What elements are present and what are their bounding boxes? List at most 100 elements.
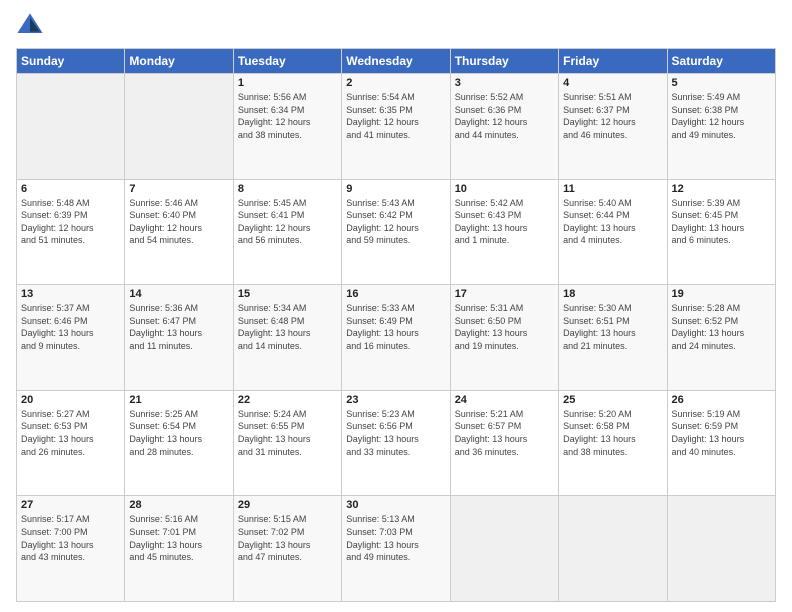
- day-info: Sunrise: 5:42 AM Sunset: 6:43 PM Dayligh…: [455, 197, 554, 247]
- weekday-row: SundayMondayTuesdayWednesdayThursdayFrid…: [17, 49, 776, 74]
- calendar-cell: 23Sunrise: 5:23 AM Sunset: 6:56 PM Dayli…: [342, 390, 450, 496]
- day-number: 9: [346, 183, 445, 195]
- weekday-header: Saturday: [667, 49, 775, 74]
- calendar-cell: 22 Sunrise: 5:24 AM Sunset: 6:55 PM Dayli…: [233, 390, 341, 496]
- calendar-cell: 17 Sunrise: 5:31 AM Sunset: 6:50 PM Dayli…: [450, 285, 558, 391]
- calendar-cell: 3Sunrise: 5:52 AM Sunset: 6:36 PM Daylig…: [450, 74, 558, 180]
- day-number: 15: [238, 288, 337, 300]
- day-number: 30: [346, 499, 445, 511]
- calendar-week-row: 1 Sunrise: 5:56 AM Sunset: 6:34 PM Daylig…: [17, 74, 776, 180]
- calendar-cell: 25Sunrise: 5:20 AM Sunset: 6:58 PM Dayli…: [559, 390, 667, 496]
- calendar-cell: 16 Sunrise: 5:33 AM Sunset: 6:49 PM Dayli…: [342, 285, 450, 391]
- day-number: 27: [21, 499, 120, 511]
- day-info: Sunrise: 5:46 AM Sunset: 6:40 PM Dayligh…: [129, 197, 228, 247]
- day-number: 28: [129, 499, 228, 511]
- day-info: Sunrise: 5:30 AM Sunset: 6:51 PM Dayligh…: [563, 302, 662, 352]
- day-number: 29: [238, 499, 337, 511]
- day-number: 13: [21, 288, 120, 300]
- calendar-cell: 8 Sunrise: 5:45 AM Sunset: 6:41 PM Daylig…: [233, 179, 341, 285]
- day-info: Sunrise: 5:17 AM Sunset: 7:00 PM Dayligh…: [21, 513, 120, 563]
- day-number: 6: [21, 183, 120, 195]
- weekday-header: Monday: [125, 49, 233, 74]
- calendar-cell: 19 Sunrise: 5:28 AM Sunset: 6:52 PM Dayli…: [667, 285, 775, 391]
- calendar-week-row: 6 Sunrise: 5:48 AM Sunset: 6:39 PM Daylig…: [17, 179, 776, 285]
- day-info: Sunrise: 5:27 AM Sunset: 6:53 PM Dayligh…: [21, 408, 120, 458]
- day-info: Sunrise: 5:33 AM Sunset: 6:49 PM Dayligh…: [346, 302, 445, 352]
- calendar-cell: 1 Sunrise: 5:56 AM Sunset: 6:34 PM Daylig…: [233, 74, 341, 180]
- calendar-header: SundayMondayTuesdayWednesdayThursdayFrid…: [17, 49, 776, 74]
- calendar-cell: 11 Sunrise: 5:40 AM Sunset: 6:44 PM Dayli…: [559, 179, 667, 285]
- calendar-body: 1 Sunrise: 5:56 AM Sunset: 6:34 PM Daylig…: [17, 74, 776, 602]
- calendar-cell: 20 Sunrise: 5:27 AM Sunset: 6:53 PM Dayli…: [17, 390, 125, 496]
- calendar-cell: 6 Sunrise: 5:48 AM Sunset: 6:39 PM Daylig…: [17, 179, 125, 285]
- weekday-header: Sunday: [17, 49, 125, 74]
- day-info: Sunrise: 5:45 AM Sunset: 6:41 PM Dayligh…: [238, 197, 337, 247]
- day-number: 26: [672, 394, 771, 406]
- day-info: Sunrise: 5:13 AM Sunset: 7:03 PM Dayligh…: [346, 513, 445, 563]
- day-info: Sunrise: 5:39 AM Sunset: 6:45 PM Dayligh…: [672, 197, 771, 247]
- day-info: Sunrise: 5:25 AM Sunset: 6:54 PM Dayligh…: [129, 408, 228, 458]
- calendar-cell: 30 Sunrise: 5:13 AM Sunset: 7:03 PM Dayli…: [342, 496, 450, 602]
- calendar-cell: 2 Sunrise: 5:54 AM Sunset: 6:35 PM Daylig…: [342, 74, 450, 180]
- day-number: 7: [129, 183, 228, 195]
- calendar-week-row: 20 Sunrise: 5:27 AM Sunset: 6:53 PM Dayli…: [17, 390, 776, 496]
- calendar-page: SundayMondayTuesdayWednesdayThursdayFrid…: [0, 0, 792, 612]
- day-number: 5: [672, 77, 771, 89]
- calendar-cell: 28Sunrise: 5:16 AM Sunset: 7:01 PM Dayli…: [125, 496, 233, 602]
- weekday-header: Tuesday: [233, 49, 341, 74]
- calendar-cell: [125, 74, 233, 180]
- logo: [16, 12, 46, 40]
- calendar-table: SundayMondayTuesdayWednesdayThursdayFrid…: [16, 48, 776, 602]
- day-number: 21: [129, 394, 228, 406]
- day-number: 16: [346, 288, 445, 300]
- day-info: Sunrise: 5:19 AM Sunset: 6:59 PM Dayligh…: [672, 408, 771, 458]
- logo-icon: [16, 12, 44, 40]
- day-info: Sunrise: 5:52 AM Sunset: 6:36 PM Dayligh…: [455, 91, 554, 141]
- calendar-cell: 4Sunrise: 5:51 AM Sunset: 6:37 PM Daylig…: [559, 74, 667, 180]
- day-info: Sunrise: 5:40 AM Sunset: 6:44 PM Dayligh…: [563, 197, 662, 247]
- day-number: 11: [563, 183, 662, 195]
- header: [16, 12, 776, 40]
- calendar-cell: [667, 496, 775, 602]
- weekday-header: Friday: [559, 49, 667, 74]
- day-info: Sunrise: 5:15 AM Sunset: 7:02 PM Dayligh…: [238, 513, 337, 563]
- day-number: 14: [129, 288, 228, 300]
- day-info: Sunrise: 5:34 AM Sunset: 6:48 PM Dayligh…: [238, 302, 337, 352]
- day-info: Sunrise: 5:28 AM Sunset: 6:52 PM Dayligh…: [672, 302, 771, 352]
- day-number: 1: [238, 77, 337, 89]
- day-info: Sunrise: 5:49 AM Sunset: 6:38 PM Dayligh…: [672, 91, 771, 141]
- calendar-week-row: 13Sunrise: 5:37 AM Sunset: 6:46 PM Dayli…: [17, 285, 776, 391]
- day-number: 8: [238, 183, 337, 195]
- calendar-cell: 27 Sunrise: 5:17 AM Sunset: 7:00 PM Dayli…: [17, 496, 125, 602]
- day-number: 22: [238, 394, 337, 406]
- calendar-cell: 21 Sunrise: 5:25 AM Sunset: 6:54 PM Dayli…: [125, 390, 233, 496]
- calendar-cell: 26 Sunrise: 5:19 AM Sunset: 6:59 PM Dayli…: [667, 390, 775, 496]
- day-info: Sunrise: 5:56 AM Sunset: 6:34 PM Dayligh…: [238, 91, 337, 141]
- day-number: 18: [563, 288, 662, 300]
- day-info: Sunrise: 5:43 AM Sunset: 6:42 PM Dayligh…: [346, 197, 445, 247]
- day-info: Sunrise: 5:48 AM Sunset: 6:39 PM Dayligh…: [21, 197, 120, 247]
- day-number: 19: [672, 288, 771, 300]
- day-number: 10: [455, 183, 554, 195]
- day-info: Sunrise: 5:24 AM Sunset: 6:55 PM Dayligh…: [238, 408, 337, 458]
- calendar-cell: 15 Sunrise: 5:34 AM Sunset: 6:48 PM Dayli…: [233, 285, 341, 391]
- day-info: Sunrise: 5:51 AM Sunset: 6:37 PM Dayligh…: [563, 91, 662, 141]
- day-number: 17: [455, 288, 554, 300]
- calendar-cell: 14Sunrise: 5:36 AM Sunset: 6:47 PM Dayli…: [125, 285, 233, 391]
- day-info: Sunrise: 5:31 AM Sunset: 6:50 PM Dayligh…: [455, 302, 554, 352]
- calendar-cell: 24 Sunrise: 5:21 AM Sunset: 6:57 PM Dayli…: [450, 390, 558, 496]
- day-info: Sunrise: 5:54 AM Sunset: 6:35 PM Dayligh…: [346, 91, 445, 141]
- weekday-header: Thursday: [450, 49, 558, 74]
- calendar-cell: 13Sunrise: 5:37 AM Sunset: 6:46 PM Dayli…: [17, 285, 125, 391]
- day-info: Sunrise: 5:20 AM Sunset: 6:58 PM Dayligh…: [563, 408, 662, 458]
- calendar-cell: 18 Sunrise: 5:30 AM Sunset: 6:51 PM Dayli…: [559, 285, 667, 391]
- day-number: 2: [346, 77, 445, 89]
- weekday-header: Wednesday: [342, 49, 450, 74]
- calendar-cell: 5 Sunrise: 5:49 AM Sunset: 6:38 PM Daylig…: [667, 74, 775, 180]
- day-number: 20: [21, 394, 120, 406]
- calendar-cell: 12Sunrise: 5:39 AM Sunset: 6:45 PM Dayli…: [667, 179, 775, 285]
- calendar-cell: 7 Sunrise: 5:46 AM Sunset: 6:40 PM Daylig…: [125, 179, 233, 285]
- day-info: Sunrise: 5:21 AM Sunset: 6:57 PM Dayligh…: [455, 408, 554, 458]
- calendar-cell: [17, 74, 125, 180]
- day-number: 24: [455, 394, 554, 406]
